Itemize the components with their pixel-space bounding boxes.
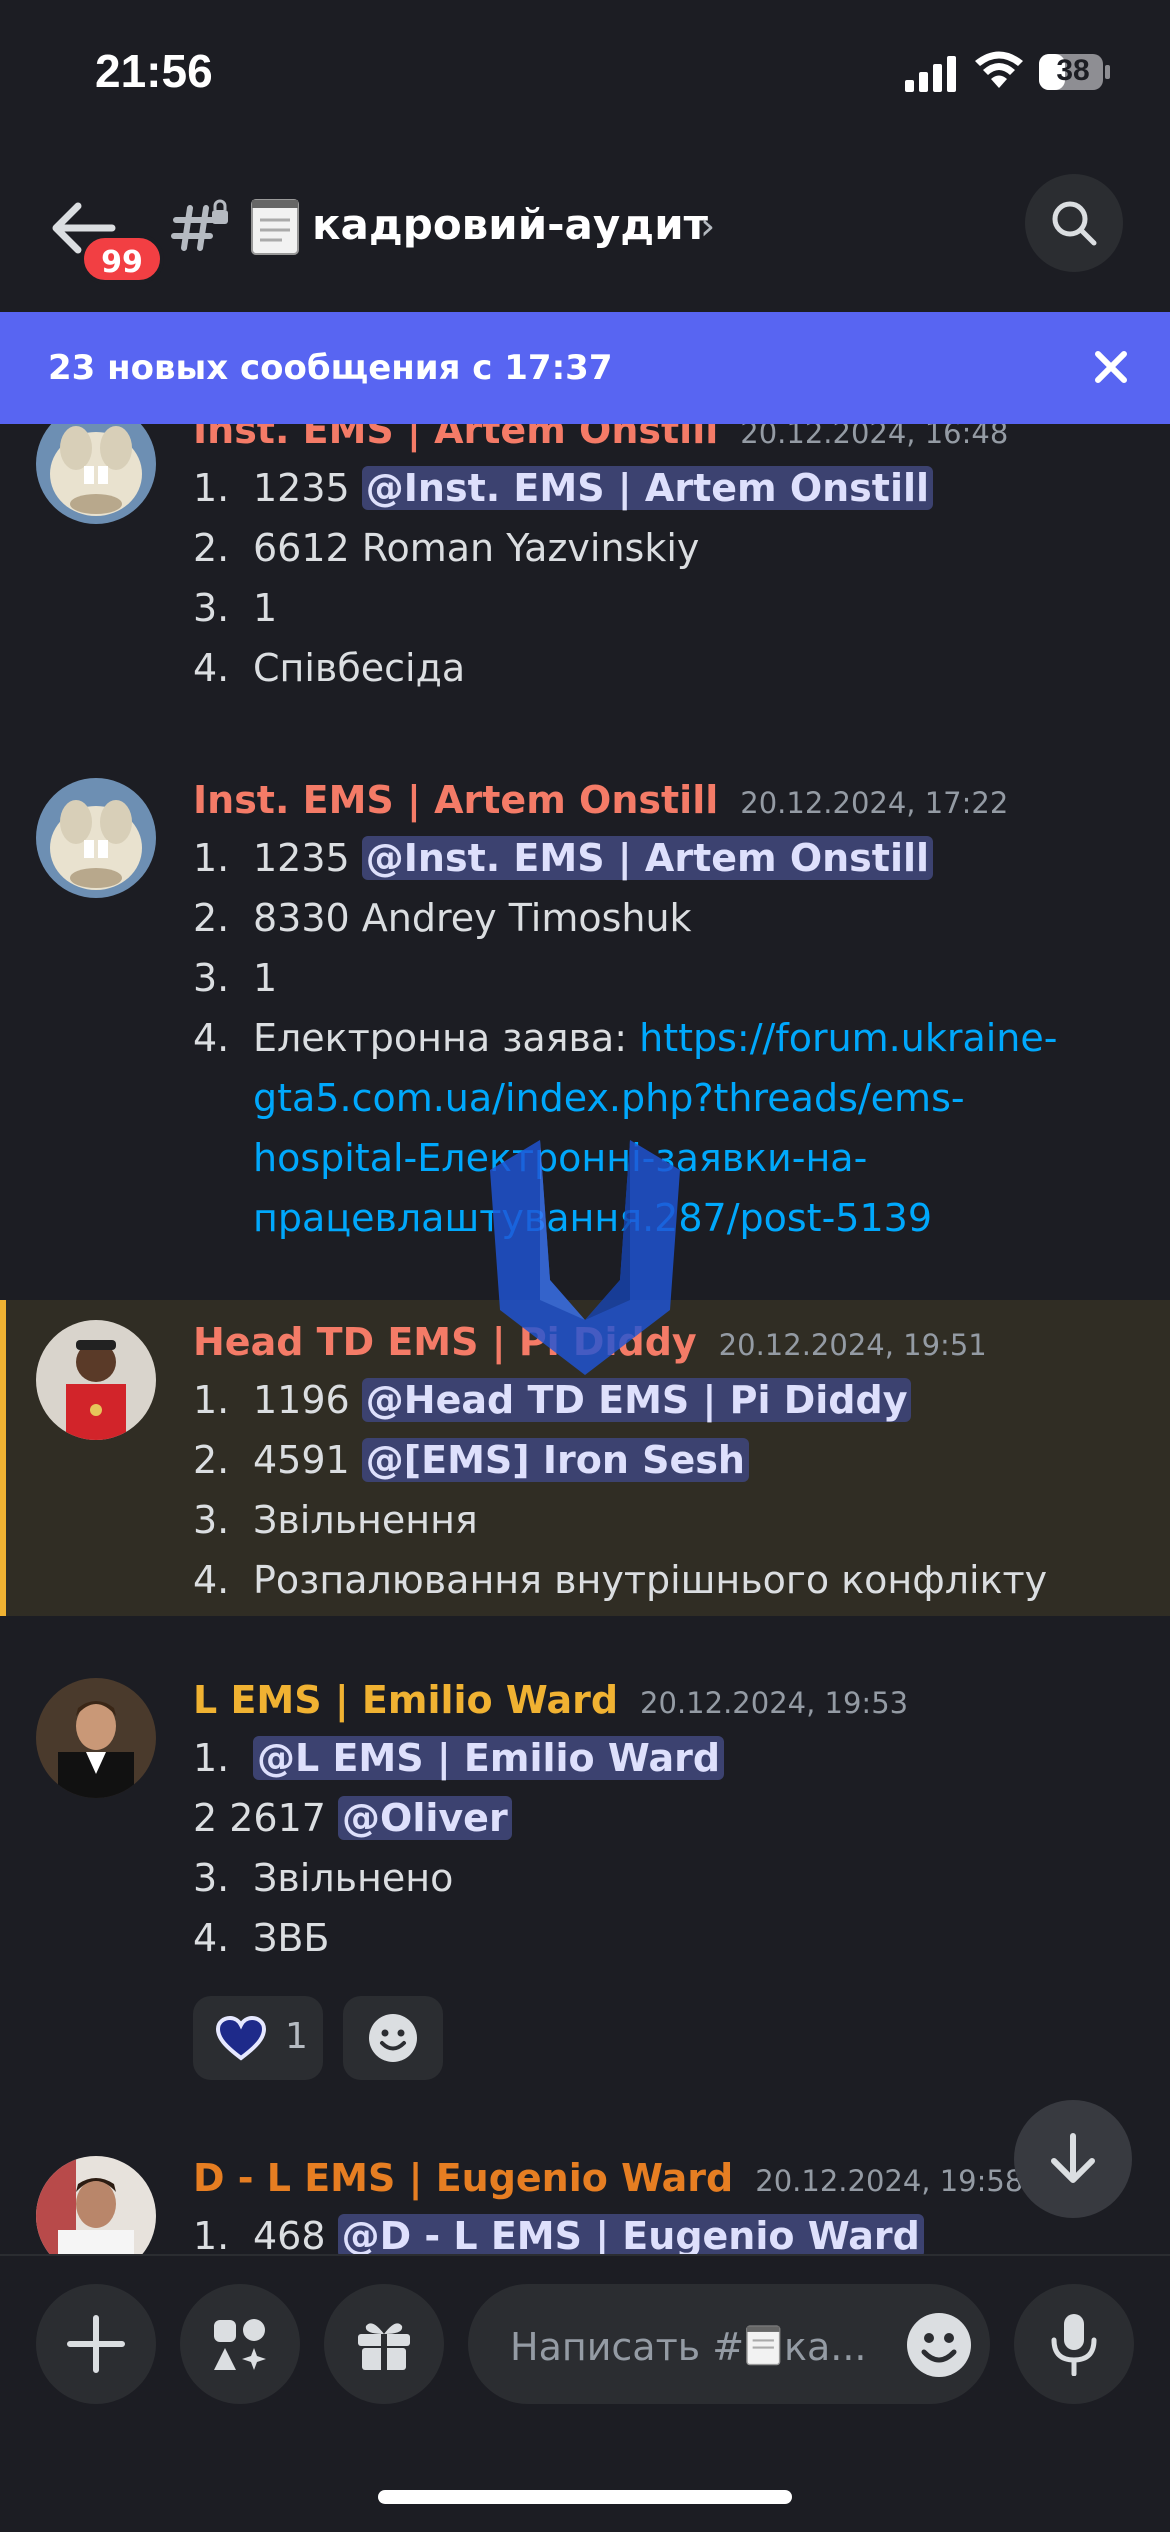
gift-icon bbox=[358, 2323, 410, 2370]
user-mention[interactable]: @Inst. EMS | Artem Onstill bbox=[361, 836, 934, 880]
search-button[interactable] bbox=[1025, 174, 1123, 272]
user-mention[interactable]: @L EMS | Emilio Ward bbox=[253, 1736, 725, 1780]
cellular-signal-icon bbox=[905, 56, 956, 92]
message-line: 1. 1235 @Inst. EMS | Artem Onstill bbox=[193, 466, 934, 510]
user-mention[interactable]: @Head TD EMS | Pi Diddy bbox=[361, 1378, 912, 1422]
status-time: 21:56 bbox=[95, 45, 213, 97]
notepad-emoji-icon bbox=[251, 199, 299, 255]
apps-icon bbox=[214, 2319, 266, 2370]
message-line: 2 2617 @Oliver bbox=[193, 1796, 512, 1840]
message-input-placeholder: Написать # ка... bbox=[510, 2322, 867, 2369]
close-icon[interactable] bbox=[1090, 346, 1132, 388]
add-attachment-button[interactable] bbox=[36, 2284, 156, 2404]
voice-message-button[interactable] bbox=[1014, 2284, 1134, 2404]
reaction-heart[interactable]: 1 bbox=[193, 1996, 323, 2080]
message-timestamp: 20.12.2024, 19:58 bbox=[755, 2164, 1024, 2198]
message-line: 2. 6612 Roman Yazvinskiy bbox=[193, 526, 700, 570]
message-author[interactable]: Inst. EMS | Artem Onstill 20.12.2024, 16:… bbox=[193, 424, 1008, 452]
wifi-icon bbox=[975, 51, 1023, 88]
message-line: 4. Електронна заява: https://forum.ukrain… bbox=[193, 1016, 1058, 1060]
avatar[interactable] bbox=[36, 778, 156, 898]
status-bar: 21:56 38 bbox=[0, 0, 1170, 150]
message-line: 1. 468 @D - L EMS | Eugenio Ward bbox=[193, 2214, 924, 2254]
battery-level: 38 bbox=[1056, 54, 1090, 87]
jump-to-bottom-button[interactable] bbox=[1014, 2100, 1132, 2218]
message-timestamp: 20.12.2024, 17:22 bbox=[740, 786, 1009, 820]
message-line: 2. 8330 Andrey Timoshuk bbox=[193, 896, 692, 940]
emoji-picker-icon[interactable] bbox=[904, 2310, 974, 2380]
channel-chevron[interactable]: › bbox=[700, 204, 715, 248]
message-line: 1. @L EMS | Emilio Ward bbox=[193, 1736, 725, 1780]
message-line: 3. 1 bbox=[193, 586, 278, 630]
arrow-down-icon bbox=[1051, 2133, 1095, 2183]
avatar[interactable] bbox=[36, 424, 156, 524]
message-author[interactable]: Inst. EMS | Artem Onstill 20.12.2024, 17:… bbox=[193, 778, 1008, 822]
message-timestamp: 20.12.2024, 19:51 bbox=[718, 1328, 987, 1362]
message-line: 4. Розпалювання внутрішнього конфлікту bbox=[193, 1558, 1048, 1602]
message-line: 3. 1 bbox=[193, 956, 278, 1000]
message-input[interactable]: Написать # ка... bbox=[468, 2284, 990, 2404]
message-line: 1. 1196 @Head TD EMS | Pi Diddy bbox=[193, 1378, 912, 1422]
gift-button[interactable] bbox=[324, 2284, 444, 2404]
search-icon bbox=[1052, 201, 1097, 246]
heart-icon bbox=[215, 2016, 267, 2061]
message-line: 2. 4591 @[EMS] Iron Sesh bbox=[193, 1438, 749, 1482]
avatar[interactable] bbox=[36, 1678, 156, 1798]
message-timestamp: 20.12.2024, 16:48 bbox=[740, 424, 1009, 450]
add-reaction-button[interactable] bbox=[343, 1996, 443, 2080]
unread-badge: 99 bbox=[80, 234, 164, 284]
message-timestamp: 20.12.2024, 19:53 bbox=[640, 1686, 909, 1720]
avatar[interactable] bbox=[36, 2156, 156, 2254]
message-line: 1. 1235 @Inst. EMS | Artem Onstill bbox=[193, 836, 934, 880]
notepad-emoji-icon bbox=[746, 2325, 781, 2366]
avatar[interactable] bbox=[36, 1320, 156, 1440]
reaction-count: 1 bbox=[285, 2016, 308, 2057]
message-line: 4. ЗВБ bbox=[193, 1916, 330, 1960]
user-mention[interactable]: @Inst. EMS | Artem Onstill bbox=[361, 466, 934, 510]
user-mention[interactable]: @D - L EMS | Eugenio Ward bbox=[337, 2214, 924, 2254]
message-author[interactable]: D - L EMS | Eugenio Ward 20.12.2024, 19:5… bbox=[193, 2156, 1023, 2200]
new-messages-banner[interactable]: 23 новых сообщения с 17:37 bbox=[0, 312, 1170, 424]
overlay-logo-watermark bbox=[490, 1140, 680, 1375]
user-mention[interactable]: @Oliver bbox=[338, 1796, 512, 1840]
home-indicator bbox=[378, 2490, 792, 2504]
message-line: 3. Звільнення bbox=[193, 1498, 478, 1542]
channel-title[interactable]: кадровий-аудит bbox=[312, 200, 708, 249]
forum-link[interactable]: https://forum.ukraine- bbox=[639, 1016, 1057, 1060]
forum-link-continuation[interactable]: gta5.com.ua/index.php?threads/ems- bbox=[253, 1076, 965, 1120]
new-messages-text: 23 новых сообщения с 17:37 bbox=[48, 348, 613, 388]
user-mention[interactable]: @[EMS] Iron Sesh bbox=[361, 1438, 749, 1482]
message-line: 3. Звільнено bbox=[193, 1856, 454, 1900]
locked-channel-hash-icon bbox=[171, 199, 228, 251]
plus-icon bbox=[67, 2315, 125, 2373]
microphone-icon bbox=[1051, 2314, 1097, 2376]
apps-button[interactable] bbox=[180, 2284, 300, 2404]
channel-header: 99 кадровий-аудит › bbox=[0, 170, 1170, 310]
message-author[interactable]: L EMS | Emilio Ward 20.12.2024, 19:53 bbox=[193, 1678, 908, 1722]
message-line: 4. Співбесіда bbox=[193, 646, 466, 690]
smiley-icon bbox=[369, 2014, 417, 2062]
